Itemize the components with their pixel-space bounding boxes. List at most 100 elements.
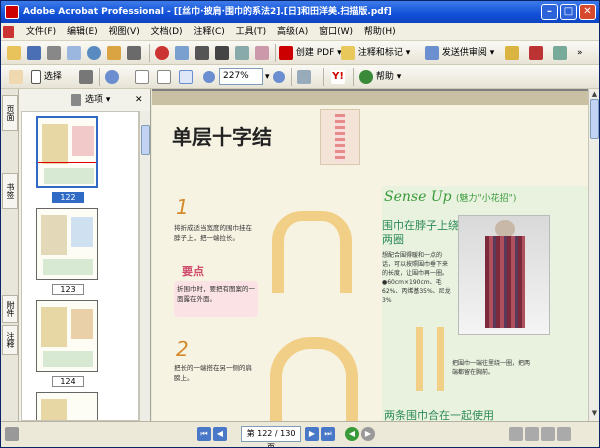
- find-icon[interactable]: [195, 45, 209, 61]
- organizer-icon[interactable]: [107, 45, 121, 61]
- select-tool-label: 选择: [43, 72, 62, 82]
- menu-view[interactable]: 视图(V): [105, 23, 144, 41]
- step-2-text: 把长的一端搭在另一侧的肩膀上。: [174, 364, 252, 382]
- fit-width-icon[interactable]: [179, 69, 193, 85]
- sense-up-title: Sense Up: [384, 189, 452, 205]
- sense-up-note: (魅力"小花招"): [456, 194, 517, 204]
- zoom-dropdown-icon[interactable]: ▾: [265, 69, 270, 85]
- select-tool-button[interactable]: 选择: [31, 69, 62, 85]
- document-icon: [3, 26, 14, 38]
- zoom-field[interactable]: 227%: [219, 68, 263, 85]
- last-page-icon[interactable]: ⏭: [321, 427, 335, 441]
- help-button[interactable]: 帮助 ▾: [359, 69, 401, 85]
- green-subtitle: 围巾在脖子上绕两圈: [382, 219, 459, 246]
- tab-comments[interactable]: 注释: [2, 325, 18, 355]
- web-icon[interactable]: [155, 45, 169, 61]
- zoom-in-small-icon[interactable]: [273, 69, 285, 85]
- binoculars-icon[interactable]: [215, 45, 229, 61]
- maximize-button[interactable]: □: [560, 4, 577, 20]
- prev-page-icon[interactable]: ◀: [213, 427, 227, 441]
- acrobat-window: Adobe Acrobat Professional - [[丝巾·披肩·围巾的…: [0, 0, 600, 448]
- main-toolbar: 创建 PDF ▾ 注释和标记 ▾ 发送供审阅 ▾ »: [1, 41, 599, 65]
- scarf-drawing-step1: [272, 211, 352, 293]
- acrobat-app-icon: [5, 5, 19, 19]
- yahoo-icon[interactable]: Y!: [331, 69, 345, 85]
- continuous-facing-icon[interactable]: [557, 427, 571, 441]
- thumbnail-label-124[interactable]: 124: [52, 376, 84, 387]
- single-page-icon[interactable]: [509, 427, 523, 441]
- panel-scrollbar[interactable]: [139, 111, 150, 421]
- tab-bookmarks[interactable]: 书签: [2, 173, 18, 209]
- scroll-down-arrow-icon[interactable]: ▼: [590, 409, 599, 418]
- panel-close-icon[interactable]: ✕: [135, 91, 143, 109]
- menu-document[interactable]: 文档(D): [147, 23, 187, 41]
- menu-tools[interactable]: 工具(T): [232, 23, 271, 41]
- scroll-up-arrow-icon[interactable]: ▲: [590, 90, 599, 99]
- sign-icon[interactable]: [529, 45, 543, 61]
- create-pdf-label: 创建 PDF: [295, 48, 335, 58]
- menu-help[interactable]: 帮助(H): [360, 23, 400, 41]
- step-2-number: 2: [176, 337, 189, 361]
- secure-icon[interactable]: [505, 45, 519, 61]
- export-icon[interactable]: [255, 45, 269, 61]
- scarf-photo: [458, 215, 550, 335]
- page-thumbnail-122[interactable]: [36, 116, 98, 188]
- menu-file[interactable]: 文件(F): [22, 23, 60, 41]
- forms-icon[interactable]: [553, 45, 567, 61]
- menu-advanced[interactable]: 高级(A): [273, 23, 312, 41]
- close-button[interactable]: ✕: [579, 4, 596, 20]
- comment-icon: [341, 45, 355, 60]
- send-review-label: 发送供审阅: [441, 48, 487, 58]
- panel-tabs: 页面 书签 注释 附件: [1, 89, 19, 421]
- email-icon[interactable]: [67, 45, 81, 61]
- attach-icon[interactable]: [127, 45, 141, 61]
- cursor-icon: [31, 69, 41, 84]
- minimize-button[interactable]: –: [541, 4, 558, 20]
- comment-markup-label: 注释和标记: [357, 48, 403, 58]
- hand-tool-icon[interactable]: [9, 69, 23, 85]
- import-icon[interactable]: [175, 45, 189, 61]
- page-thumbnail-124[interactable]: [36, 300, 98, 372]
- page-thumbnail-125[interactable]: [36, 392, 98, 420]
- menu-comments[interactable]: 注释(C): [189, 23, 228, 41]
- tab-pages[interactable]: 页面: [2, 95, 18, 131]
- thumbnail-label-122[interactable]: 122: [52, 192, 84, 203]
- zoom-out-icon[interactable]: [203, 69, 215, 85]
- snapshot-icon[interactable]: [79, 69, 93, 85]
- page-heading: 单层十字结: [172, 125, 272, 149]
- page-thumbnail-123[interactable]: [36, 208, 98, 280]
- zoom-in-icon[interactable]: [105, 69, 119, 85]
- search-icon[interactable]: [87, 45, 101, 61]
- menu-window[interactable]: 窗口(W): [315, 23, 357, 41]
- options-button[interactable]: 选项 ▾: [85, 91, 110, 109]
- continuous-icon[interactable]: [525, 427, 539, 441]
- toolbar-overflow-icon[interactable]: »: [577, 45, 583, 61]
- actual-size-icon[interactable]: [135, 69, 149, 85]
- fit-page-icon[interactable]: [157, 69, 171, 85]
- trash-icon[interactable]: [71, 94, 81, 106]
- window-title: Adobe Acrobat Professional - [[丝巾·披肩·围巾的…: [23, 7, 392, 17]
- facing-icon[interactable]: [541, 427, 555, 441]
- spell-icon[interactable]: [235, 45, 249, 61]
- page-number-field[interactable]: 第 122 / 130 页: [241, 426, 301, 447]
- document-scrollbar[interactable]: ▲ ▼: [588, 89, 599, 421]
- options-label: 选项: [85, 95, 104, 105]
- print-icon[interactable]: [47, 45, 61, 61]
- green-body-text: 想配合围得暖和一点的话，可以按照围巾垂下来的长度，让围巾再一圈。 ●60cm×19…: [382, 251, 452, 305]
- tab-attachments[interactable]: 附件: [2, 295, 18, 323]
- menu-edit[interactable]: 编辑(E): [63, 23, 102, 41]
- go-forward-icon[interactable]: ▶: [361, 427, 375, 441]
- first-page-icon[interactable]: ⏮: [197, 427, 211, 441]
- thumbnail-list: 122 123 124: [21, 111, 139, 421]
- go-back-icon[interactable]: ◀: [345, 427, 359, 441]
- rotate-icon[interactable]: [297, 69, 311, 85]
- send-review-button[interactable]: 发送供审阅 ▾: [425, 45, 494, 61]
- thumbnail-label-123[interactable]: 123: [52, 284, 84, 295]
- pdf-page: 单层十字结 Sense Up (魅力"小花招") 围巾在脖子上绕两圈 想配合围得…: [152, 91, 588, 421]
- open-icon[interactable]: [7, 45, 21, 61]
- next-page-icon[interactable]: ▶: [305, 427, 319, 441]
- create-pdf-button[interactable]: 创建 PDF ▾: [279, 45, 342, 61]
- save-icon[interactable]: [27, 45, 41, 61]
- step-1-number: 1: [176, 195, 189, 219]
- comment-markup-button[interactable]: 注释和标记 ▾: [341, 45, 410, 61]
